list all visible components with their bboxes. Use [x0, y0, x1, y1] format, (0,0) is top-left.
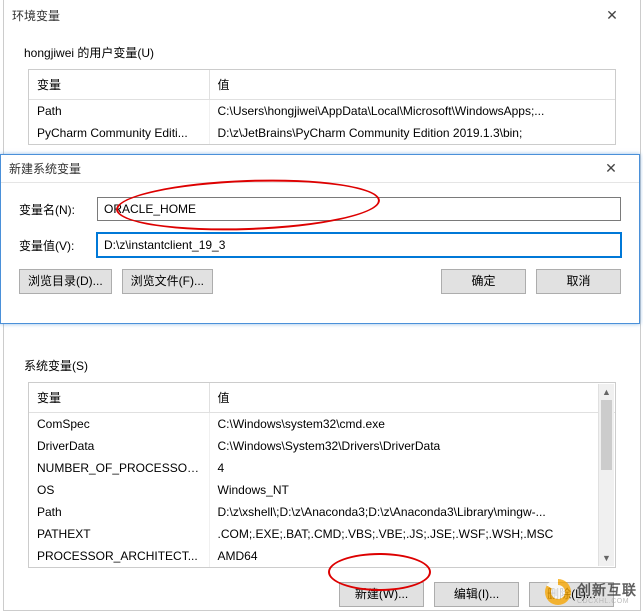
system-vars-table[interactable]: 变量 值 ComSpecC:\Windows\system32\cmd.exe … [28, 382, 616, 568]
user-vars-label: hongjiwei 的用户变量(U) [24, 44, 640, 61]
cell-var-name: PROCESSOR_ARCHITECT... [29, 545, 209, 567]
table-row[interactable]: PyCharm Community Editi... D:\z\JetBrain… [29, 122, 615, 144]
table-row[interactable]: PROCESSOR_ARCHITECT...AMD64 [29, 545, 615, 567]
cell-var-name: DriverData [29, 435, 209, 457]
main-window-title: 环境变量 [12, 7, 60, 24]
browse-file-button[interactable]: 浏览文件(F)... [122, 269, 213, 294]
cell-var-name: Path [29, 100, 209, 123]
table-row[interactable]: DriverDataC:\Windows\System32\Drivers\Dr… [29, 435, 615, 457]
watermark-brand: 创新互联 [577, 580, 637, 600]
variable-name-label: 变量名(N): [19, 201, 97, 218]
dialog-titlebar: 新建系统变量 ✕ [1, 155, 639, 183]
cell-var-value: D:\z\xshell\;D:\z\Anaconda3;D:\z\Anacond… [209, 501, 615, 523]
main-titlebar: 环境变量 ✕ [4, 0, 640, 30]
col-header-value[interactable]: 值 [209, 383, 615, 413]
logo-icon [545, 579, 571, 605]
table-row[interactable]: PATHEXT.COM;.EXE;.BAT;.CMD;.VBS;.VBE;.JS… [29, 523, 615, 545]
cell-var-value: C:\Windows\System32\Drivers\DriverData [209, 435, 615, 457]
watermark-sub: CDCXHL.COM [577, 598, 637, 605]
scroll-up-icon[interactable]: ▲ [599, 384, 614, 400]
variable-name-input[interactable] [97, 197, 621, 221]
dialog-title: 新建系统变量 [9, 160, 81, 177]
cell-var-name: PyCharm Community Editi... [29, 122, 209, 144]
close-icon[interactable]: ✕ [592, 7, 632, 24]
cancel-button[interactable]: 取消 [536, 269, 621, 294]
cell-var-name: NUMBER_OF_PROCESSORS [29, 457, 209, 479]
cell-var-value: AMD64 [209, 545, 615, 567]
table-row[interactable]: ComSpecC:\Windows\system32\cmd.exe [29, 413, 615, 436]
cell-var-value: C:\Windows\system32\cmd.exe [209, 413, 615, 436]
col-header-name[interactable]: 变量 [29, 70, 209, 100]
system-vars-buttons: 新建(W)... 编辑(I)... 删除(L)... [30, 582, 614, 607]
edit-button[interactable]: 编辑(I)... [434, 582, 519, 607]
new-button[interactable]: 新建(W)... [339, 582, 424, 607]
scrollbar-thumb[interactable] [601, 400, 612, 470]
col-header-name[interactable]: 变量 [29, 383, 209, 413]
user-vars-table[interactable]: 变量 值 Path C:\Users\hongjiwei\AppData\Loc… [28, 69, 616, 145]
cell-var-value: C:\Users\hongjiwei\AppData\Local\Microso… [209, 100, 615, 123]
variable-value-input[interactable] [97, 233, 621, 257]
cell-var-name: ComSpec [29, 413, 209, 436]
system-vars-scrollbar[interactable]: ▲ ▼ [598, 384, 614, 566]
cell-var-name: Path [29, 501, 209, 523]
table-row[interactable]: Path C:\Users\hongjiwei\AppData\Local\Mi… [29, 100, 615, 123]
close-icon[interactable]: ✕ [591, 160, 631, 177]
cell-var-name: OS [29, 479, 209, 501]
cell-var-value: .COM;.EXE;.BAT;.CMD;.VBS;.VBE;.JS;.JSE;.… [209, 523, 615, 545]
watermark: 创新互联 CDCXHL.COM [545, 579, 637, 605]
col-header-value[interactable]: 值 [209, 70, 615, 100]
cell-var-value: 4 [209, 457, 615, 479]
system-vars-label: 系统变量(S) [24, 357, 640, 374]
new-system-variable-dialog: 新建系统变量 ✕ 变量名(N): 变量值(V): 浏览目录(D)... 浏览文件… [0, 154, 640, 324]
cell-var-name: PATHEXT [29, 523, 209, 545]
variable-value-label: 变量值(V): [19, 237, 97, 254]
cell-var-value: D:\z\JetBrains\PyCharm Community Edition… [209, 122, 615, 144]
table-row[interactable]: OSWindows_NT [29, 479, 615, 501]
ok-button[interactable]: 确定 [441, 269, 526, 294]
table-row[interactable]: PathD:\z\xshell\;D:\z\Anaconda3;D:\z\Ana… [29, 501, 615, 523]
browse-directory-button[interactable]: 浏览目录(D)... [19, 269, 112, 294]
scroll-down-icon[interactable]: ▼ [599, 550, 614, 566]
cell-var-value: Windows_NT [209, 479, 615, 501]
table-row[interactable]: NUMBER_OF_PROCESSORS4 [29, 457, 615, 479]
